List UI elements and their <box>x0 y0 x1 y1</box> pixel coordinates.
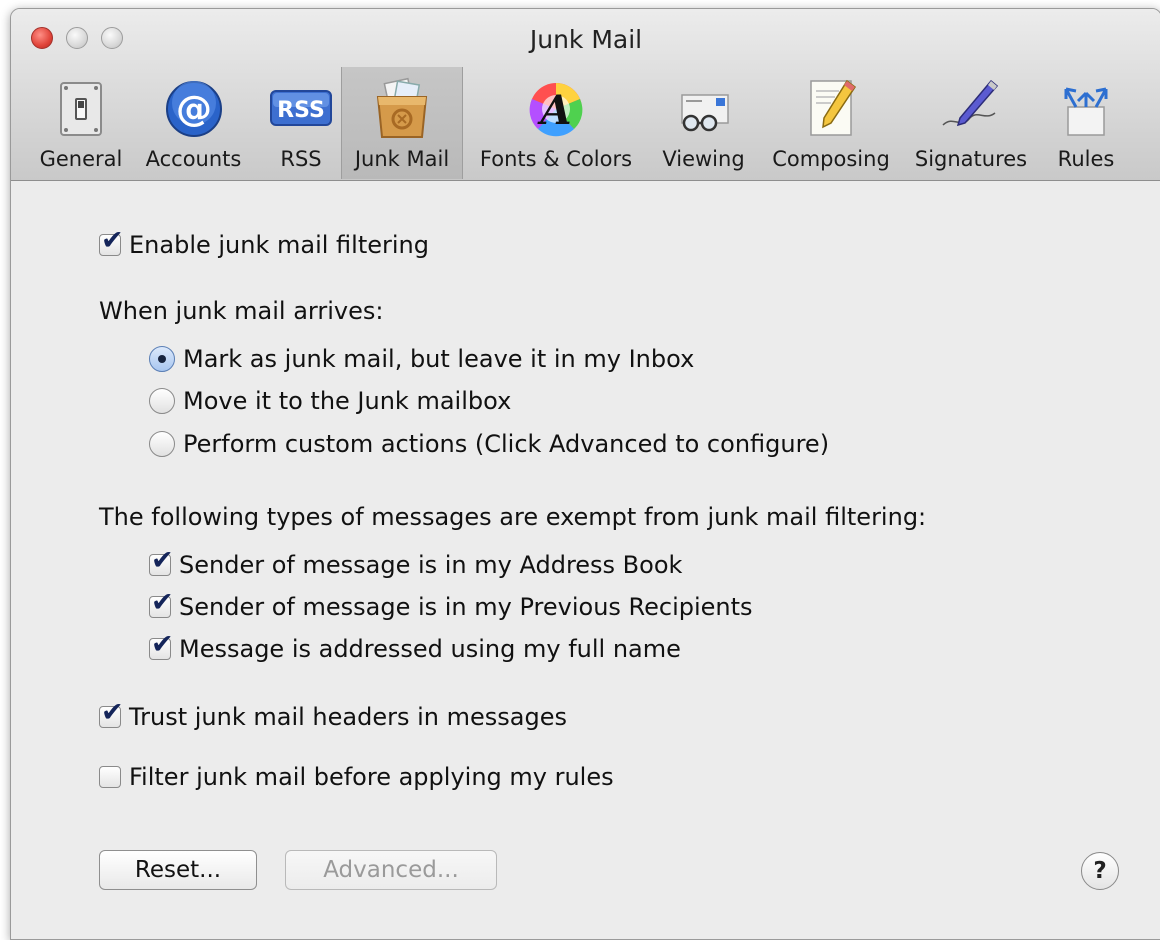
tab-fonts-colors-label: Fonts & Colors <box>479 147 633 171</box>
preferences-toolbar: General @ Accounts RSS RSS Junk Mail A F… <box>11 67 1160 179</box>
general-switch-icon <box>60 82 102 136</box>
reset-button[interactable]: Reset... <box>99 850 257 890</box>
tab-viewing-label: Viewing <box>662 147 745 171</box>
tab-accounts-label: Accounts <box>145 147 242 171</box>
tab-composing[interactable]: Composing <box>761 67 901 179</box>
tab-accounts[interactable]: @ Accounts <box>136 67 251 179</box>
tab-general-label: General <box>39 147 123 171</box>
checkmark-icon: ✔ <box>101 225 124 256</box>
address-book-checkbox[interactable]: ✔ <box>149 547 174 576</box>
tab-rules-label: Rules <box>1057 147 1115 171</box>
tab-rss[interactable]: RSS RSS <box>256 67 346 179</box>
tab-general[interactable]: General <box>31 67 131 179</box>
trust-headers-checkbox[interactable]: ✔ <box>99 699 124 728</box>
advanced-button[interactable]: Advanced... <box>285 850 497 890</box>
arrival-option-move[interactable]: Move it to the Junk mailbox <box>149 387 511 415</box>
arrival-option-custom[interactable]: Perform custom actions (Click Advanced t… <box>149 430 829 458</box>
checkmark-icon: ✔ <box>151 545 174 576</box>
tab-rules[interactable]: Rules <box>1041 67 1131 179</box>
svg-text:RSS: RSS <box>277 98 325 123</box>
trust-headers-row[interactable]: ✔ Trust junk mail headers in messages <box>99 699 567 731</box>
junk-mail-bin-icon <box>376 77 428 138</box>
window-title: Junk Mail <box>529 25 643 54</box>
exempt-option-label: Sender of message is in my Address Book <box>179 551 683 579</box>
tab-signatures-label: Signatures <box>914 147 1028 171</box>
rules-arrows-icon <box>1064 87 1108 136</box>
arrival-option-label: Move it to the Junk mailbox <box>183 387 512 415</box>
exempt-option-label: Message is addressed using my full name <box>179 635 681 663</box>
fonts-colors-icon: A <box>529 83 583 137</box>
help-button[interactable]: ? <box>1081 852 1119 890</box>
arrival-option-label: Perform custom actions (Click Advanced t… <box>183 430 830 458</box>
exempt-option-previous-recipients[interactable]: ✔ Sender of message is in my Previous Re… <box>149 589 753 621</box>
enable-filtering-label: Enable junk mail filtering <box>129 231 429 259</box>
radio-mark-as-junk[interactable] <box>149 346 175 372</box>
tab-junk-mail[interactable]: Junk Mail <box>341 67 463 179</box>
radio-custom-actions[interactable] <box>149 431 175 457</box>
composing-pencil-icon <box>810 79 857 136</box>
rss-icon: RSS <box>270 90 332 126</box>
checkmark-icon: ✔ <box>101 697 124 728</box>
exempt-option-full-name[interactable]: ✔ Message is addressed using my full nam… <box>149 631 681 663</box>
tab-signatures[interactable]: Signatures <box>906 67 1036 179</box>
previous-recipients-checkbox[interactable]: ✔ <box>149 589 174 618</box>
title-bar: Junk Mail General @ Accounts RSS RSS Jun… <box>11 9 1160 181</box>
exempt-option-address-book[interactable]: ✔ Sender of message is in my Address Boo… <box>149 547 683 579</box>
tab-rss-label: RSS <box>280 147 322 171</box>
enable-filtering-checkbox[interactable]: ✔ <box>99 227 124 256</box>
checkmark-icon: ✔ <box>151 629 174 660</box>
viewing-glasses-icon <box>680 94 729 132</box>
radio-move-to-junk[interactable] <box>149 388 175 414</box>
exempt-option-label: Sender of message is in my Previous Reci… <box>179 593 753 621</box>
arrival-heading: When junk mail arrives: <box>99 297 384 325</box>
filter-before-rules-label: Filter junk mail before applying my rule… <box>129 763 614 791</box>
enable-filtering-row[interactable]: ✔ Enable junk mail filtering <box>99 227 429 259</box>
svg-text:A: A <box>536 87 571 134</box>
tab-junk-mail-label: Junk Mail <box>354 147 450 171</box>
full-name-checkbox[interactable]: ✔ <box>149 631 174 660</box>
preferences-window: Junk Mail General @ Accounts RSS RSS Jun… <box>10 8 1160 940</box>
arrival-option-mark[interactable]: Mark as junk mail, but leave it in my In… <box>149 345 694 373</box>
trust-headers-label: Trust junk mail headers in messages <box>129 703 567 731</box>
checkmark-icon: ✔ <box>151 587 174 618</box>
signature-pen-icon <box>942 79 999 127</box>
at-sign-icon: @ <box>165 81 222 137</box>
filter-before-rules-row[interactable]: Filter junk mail before applying my rule… <box>99 763 614 791</box>
arrival-option-label: Mark as junk mail, but leave it in my In… <box>183 345 695 373</box>
filter-before-rules-checkbox[interactable] <box>99 766 121 788</box>
svg-text:@: @ <box>176 89 212 130</box>
tab-fonts-colors[interactable]: A Fonts & Colors <box>466 67 646 179</box>
tab-composing-label: Composing <box>772 147 890 171</box>
exempt-heading: The following types of messages are exem… <box>99 503 927 531</box>
tab-viewing[interactable]: Viewing <box>651 67 756 179</box>
